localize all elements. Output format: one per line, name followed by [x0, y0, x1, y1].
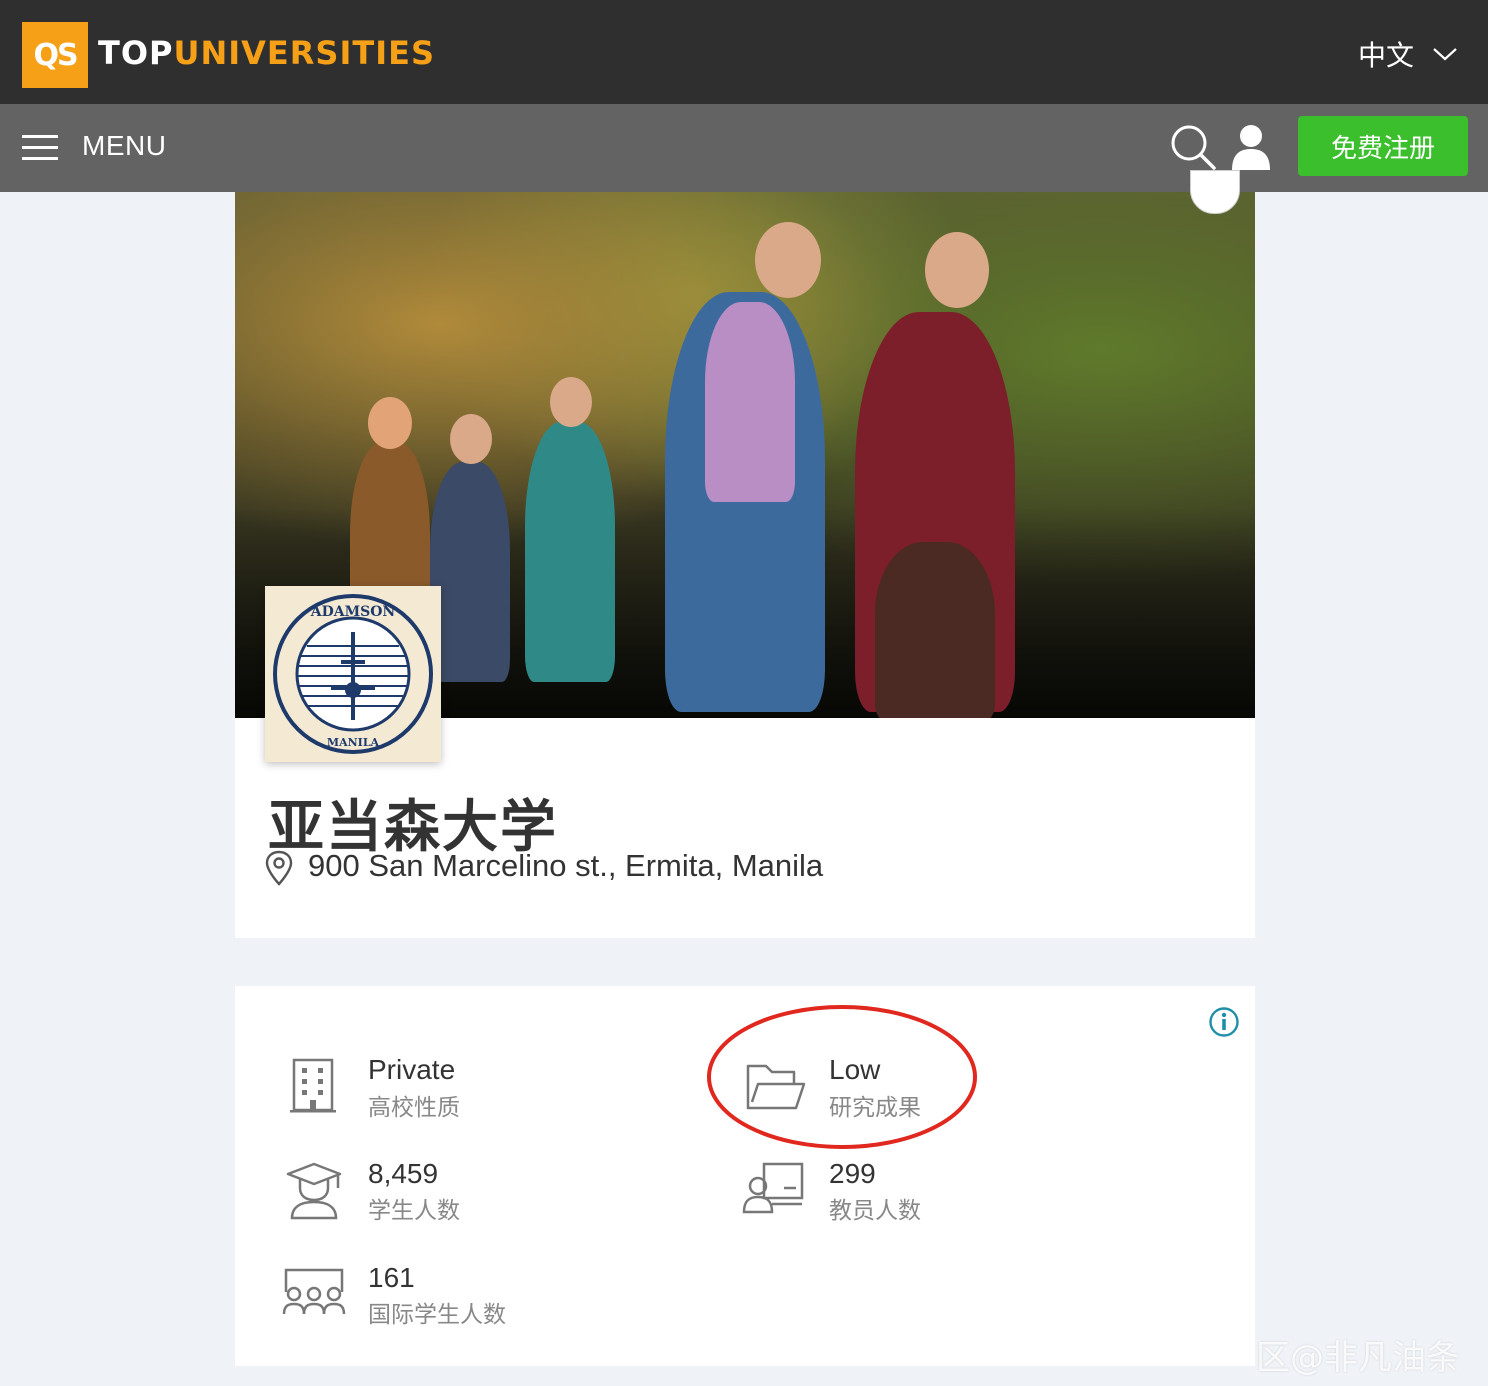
hamburger-menu-icon[interactable]	[22, 129, 58, 165]
university-address: 900 San Marcelino st., Ermita, Manila	[308, 848, 824, 883]
user-icon[interactable]	[1230, 124, 1272, 170]
language-selector[interactable]: 中文	[1358, 34, 1458, 74]
stat-label-international: 国际学生人数	[368, 1302, 506, 1328]
svg-text:MANILA: MANILA	[327, 736, 380, 749]
svg-text:ADAMSON: ADAMSON	[310, 604, 396, 620]
menu-label[interactable]: MENU	[82, 130, 166, 162]
free-signup-button[interactable]: 免费注册	[1298, 116, 1468, 176]
nav-bar: MENU 免费注册	[0, 104, 1488, 192]
stat-label-type: 高校性质	[368, 1095, 460, 1121]
stat-value-faculty: 299	[829, 1158, 876, 1189]
hero-corner-badge[interactable]	[1190, 170, 1240, 214]
stat-value-type: Private	[368, 1054, 456, 1085]
info-icon[interactable]	[1208, 1006, 1240, 1038]
top-header: QS TOPUNIVERSITIES 中文	[0, 0, 1488, 104]
graduate-icon	[286, 1162, 342, 1220]
group-icon	[282, 1268, 346, 1315]
red-annotation-circle	[707, 1005, 977, 1149]
university-seal-logo: ADAMSON MANILA	[265, 586, 441, 762]
stat-value-students: 8,459	[368, 1158, 439, 1189]
chevron-down-icon	[1433, 48, 1457, 61]
search-icon[interactable]	[1170, 124, 1216, 170]
watermark-text: 区@非凡油条	[1256, 1338, 1460, 1378]
logo-text-top: TOP	[98, 34, 174, 72]
building-icon	[290, 1058, 336, 1113]
teacher-icon	[742, 1162, 804, 1214]
language-label: 中文	[1357, 39, 1414, 72]
stat-label-students: 学生人数	[368, 1198, 460, 1224]
location-pin-icon	[265, 850, 293, 886]
stat-label-faculty: 教员人数	[829, 1198, 921, 1224]
site-logo-text[interactable]: TOPUNIVERSITIES	[98, 34, 435, 72]
seal-emblem-icon: ADAMSON MANILA	[273, 594, 433, 754]
stat-value-international: 161	[368, 1262, 415, 1293]
qs-logo[interactable]: QS	[22, 22, 88, 88]
logo-text-universities: UNIVERSITIES	[173, 34, 436, 72]
